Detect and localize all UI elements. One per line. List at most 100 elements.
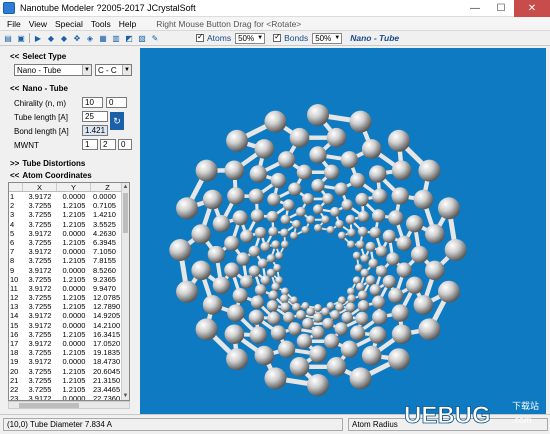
menu-tools[interactable]: Tools [87,19,115,29]
table-row[interactable]: 18 3.7255 1.2105 19.1835 [9,348,129,357]
atom-z-cell: 14.9205 [93,311,121,321]
carbon-atom [191,224,211,244]
menu-special[interactable]: Special [51,19,87,29]
scroll-down-icon[interactable]: ▼ [122,392,129,400]
bonds-size-select[interactable]: 50% ▼ [312,32,343,44]
status-diameter-text: (10,0) Tube Diameter 7.834 A [7,420,112,429]
column-header-z[interactable]: Z [91,183,123,191]
table-row[interactable]: 21 3.7255 1.2105 21.3150 [9,376,129,385]
atom-y-cell: 0.0000 [62,228,86,238]
bond-length-input[interactable]: 1.421 [82,125,108,136]
rotate-left-icon[interactable]: ◆ [46,33,56,43]
scroll-thumb[interactable] [19,403,79,408]
table-row[interactable]: 19 3.9172 0.0000 18.4730 [9,357,129,366]
grid-icon[interactable]: ▦ [98,33,108,43]
vertical-scrollbar[interactable]: ▲ ▼ [121,183,129,400]
app-icon [3,2,15,14]
maximize-button[interactable]: ☐ [488,0,514,17]
scroll-thumb[interactable] [123,193,128,233]
color-icon[interactable]: ◩ [124,33,134,43]
chirality-m-input[interactable]: 0 [106,97,127,108]
horizontal-scrollbar[interactable] [8,401,130,409]
atom-coordinates-header[interactable]: << Atom Coordinates [10,170,134,181]
table-row[interactable]: 9 3.9172 0.0000 8.5260 [9,266,129,275]
table-row[interactable]: 20 3.7255 1.2105 20.6045 [9,367,129,376]
table-row[interactable]: 10 3.7255 1.2105 9.2365 [9,275,129,284]
play-icon[interactable]: ▶ [33,33,43,43]
table-row[interactable]: 17 3.9172 0.0000 17.0520 [9,339,129,348]
carbon-atom [314,224,322,232]
open-icon[interactable]: ▤ [3,33,13,43]
bonds-toggle[interactable]: Bonds [273,32,308,43]
bond-type-value: C - C [98,65,117,75]
nanotube-model[interactable] [140,48,546,414]
3d-viewport[interactable] [140,48,546,414]
export-icon[interactable]: ▧ [137,33,147,43]
close-button[interactable]: ✕ [514,0,550,17]
carbon-atom [396,262,412,278]
table-row[interactable]: 2 3.7255 1.2105 0.7105 [9,201,129,210]
scroll-up-icon[interactable]: ▲ [122,183,129,191]
save-icon[interactable]: ▣ [16,33,26,43]
rotate-model-icon[interactable]: ↻ [110,112,124,130]
bond-type-select[interactable]: C - C ▼ [95,64,132,76]
atom-z-cell: 23.4465 [93,384,121,394]
table-row[interactable]: 1 3.9172 0.0000 0.0000 [9,192,129,201]
structure-type-select[interactable]: Nano - Tube ▼ [14,64,92,76]
edit-icon[interactable]: ✎ [150,33,160,43]
table-row[interactable]: 13 3.7255 1.2105 12.7890 [9,302,129,311]
carbon-atom [250,209,265,223]
table-row[interactable]: 8 3.7255 1.2105 7.8155 [9,256,129,265]
select-type-header[interactable]: << Select Type [10,51,134,62]
menu-file[interactable]: File [3,19,25,29]
minimize-button[interactable]: — [462,0,488,17]
uebug-watermark-logo: UEBUG 下载站 .com [404,400,539,429]
table-row[interactable]: 12 3.7255 1.2105 12.0785 [9,293,129,302]
carbon-atom [280,302,291,313]
table-row[interactable]: 5 3.9172 0.0000 4.2630 [9,229,129,238]
mwnt-2-input[interactable]: 2 [100,139,116,150]
table-row[interactable]: 7 3.9172 0.0000 7.1050 [9,247,129,256]
zoom-icon[interactable]: ◈ [85,33,95,43]
carbon-atom [368,258,379,269]
atoms-size-select[interactable]: 50% ▼ [235,32,266,44]
table-row[interactable]: 6 3.7255 1.2105 6.3945 [9,238,129,247]
table-row[interactable]: 4 3.7255 1.2105 3.5525 [9,220,129,229]
menu-help[interactable]: Help [115,19,140,29]
atom-x-cell: 3.9172 [28,357,52,367]
carbon-atom [324,164,340,180]
mwnt-3-input[interactable]: 0 [118,139,132,150]
table-row[interactable]: 15 3.9172 0.0000 14.2100 [9,321,129,330]
tube-distortions-header[interactable]: >> Tube Distortions [10,158,134,169]
table-row[interactable]: 14 3.9172 0.0000 14.9205 [9,311,129,320]
atom-z-cell: 6.3945 [93,237,116,247]
tube-length-input[interactable]: 25 [82,111,108,122]
layers-icon[interactable]: ▥ [111,33,121,43]
atoms-toggle[interactable]: Atoms [196,32,231,43]
carbon-atom [306,307,315,317]
mwnt-1-input[interactable]: 1 [82,139,98,150]
table-row[interactable]: 11 3.9172 0.0000 9.9470 [9,284,129,293]
atoms-checkbox[interactable] [196,32,204,42]
atom-index-cell: 13 [10,302,19,312]
carbon-atom [361,345,382,366]
table-row[interactable]: 3 3.7255 1.2105 1.4210 [9,210,129,219]
carbon-atom [312,204,324,215]
bonds-checkbox[interactable] [273,32,282,42]
atom-index-cell: 1 [10,192,15,201]
column-header-y[interactable]: Y [57,183,91,192]
carbon-atom [382,229,396,243]
column-header-x[interactable]: X [23,183,57,192]
table-row[interactable]: 23 3.9172 0.0000 22.7360 [9,394,129,400]
table-row[interactable]: 16 3.7255 1.2105 16.3415 [9,330,129,339]
nanotube-header[interactable]: << Nano - Tube [10,83,134,94]
table-row[interactable]: 22 3.7255 1.2105 23.4465 [9,385,129,394]
atom-coordinates-table[interactable]: X Y Z 1 3.9172 0.0000 0.0000 2 3.7255 1.2105 0.… [8,182,130,401]
rotate-right-icon[interactable]: ◆ [59,33,69,43]
chirality-n-input[interactable]: 10 [82,97,103,108]
move-icon[interactable]: ✥ [72,33,82,43]
carbon-atom [295,206,306,217]
menu-view[interactable]: View [25,19,51,29]
atom-z-cell: 0.7105 [93,201,116,211]
carbon-atom [224,160,245,181]
